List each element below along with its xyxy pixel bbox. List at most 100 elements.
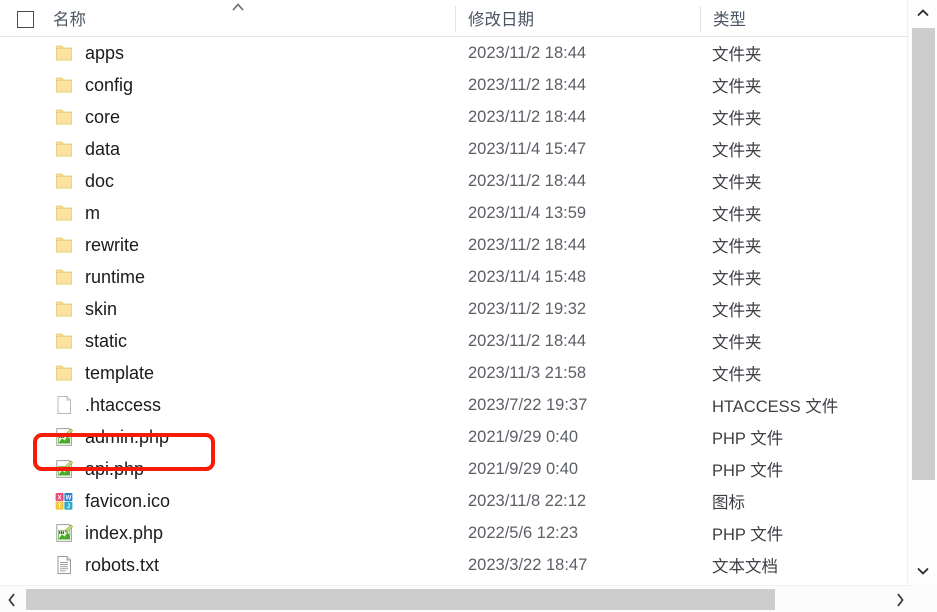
file-name-label: robots.txt [85,554,160,575]
column-header-name-label: 名称 [53,11,86,29]
cell-date-modified: 2021/9/29 0:40 [468,427,579,446]
cell-date-modified: 2023/7/22 19:37 [468,395,588,414]
table-row[interactable]: robots.txt 2023/3/22 18:47 文本文档 [0,549,907,581]
folder-icon [53,42,75,64]
cell-type: 文件夹 [712,174,762,192]
table-row[interactable]: X W T J favicon.ico 2023/11/8 22:12 图标 [0,485,907,517]
file-name-label: runtime [85,266,146,287]
column-header-date-modified-label: 修改日期 [468,11,534,29]
php-file-icon [53,522,75,544]
cell-name[interactable]: skin [53,293,117,325]
cell-name[interactable]: index.php [53,517,163,549]
cell-name[interactable]: core [53,101,120,133]
cell-date-modified: 2023/11/2 18:44 [468,331,587,350]
file-name-label: api.php [85,458,145,479]
table-row[interactable]: index.php 2022/5/6 12:23 PHP 文件 [0,517,907,549]
chevron-down-icon [916,566,930,576]
column-header-row: 名称 修改日期 类型 [0,0,907,37]
vertical-scrollbar[interactable] [907,0,937,586]
file-name-label: data [85,138,121,159]
cell-type: 文件夹 [712,78,762,96]
file-name-label: index.php [85,522,164,543]
table-row[interactable]: core 2023/11/2 18:44 文件夹 [0,101,907,133]
file-name-label: m [85,202,100,223]
file-name-label: skin [85,298,118,319]
cell-name[interactable]: config [53,69,133,101]
cell-type: 文件夹 [712,46,762,64]
table-row[interactable]: admin.php 2021/9/29 0:40 PHP 文件 [0,421,907,453]
svg-text:T: T [58,503,62,510]
file-name-label: apps [85,42,125,63]
table-row[interactable]: static 2023/11/2 18:44 文件夹 [0,325,907,357]
cell-date-modified: 2022/5/6 12:23 [468,523,579,542]
select-all-checkbox[interactable] [17,11,34,28]
folder-icon [53,170,75,192]
horizontal-scroll-thumb[interactable] [26,589,775,610]
folder-icon [53,330,75,352]
text-document-icon [53,554,75,576]
table-row[interactable]: skin 2023/11/2 19:32 文件夹 [0,293,907,325]
cell-name[interactable]: .htaccess [53,389,161,421]
file-name-label: .htaccess [85,394,162,415]
scroll-up-button[interactable] [908,2,937,24]
cell-name[interactable]: robots.txt [53,549,159,581]
file-name-label: static [85,330,128,351]
cell-date-modified: 2023/3/22 18:47 [468,555,588,574]
cell-date-modified: 2023/11/2 18:44 [468,171,587,190]
cell-date-modified: 2023/11/3 21:58 [468,363,587,382]
file-explorer-window: 名称 修改日期 类型 apps 2023/11/2 18:44 文件夹 config 2… [0,0,937,612]
cell-name[interactable]: rewrite [53,229,139,261]
cell-name[interactable]: admin.php [53,421,169,453]
table-row[interactable]: data 2023/11/4 15:47 文件夹 [0,133,907,165]
table-row[interactable]: template 2023/11/3 21:58 文件夹 [0,357,907,389]
cell-name[interactable]: runtime [53,261,145,293]
cell-name[interactable]: static [53,325,127,357]
cell-date-modified: 2023/11/2 18:44 [468,43,587,62]
cell-name[interactable]: doc [53,165,114,197]
folder-icon [53,138,75,160]
cell-date-modified: 2023/11/4 15:48 [468,267,587,286]
table-row[interactable]: apps 2023/11/2 18:44 文件夹 [0,37,907,69]
cell-name[interactable]: apps [53,37,124,69]
scroll-right-button[interactable] [888,586,912,612]
file-name-label: core [85,106,121,127]
cell-name[interactable]: m [53,197,100,229]
vertical-scroll-thumb[interactable] [912,28,935,480]
table-row[interactable]: api.php 2021/9/29 0:40 PHP 文件 [0,453,907,485]
table-row[interactable]: m 2023/11/4 13:59 文件夹 [0,197,907,229]
column-header-date-modified[interactable]: 修改日期 [455,0,699,36]
file-name-label: config [85,74,134,95]
cell-name[interactable]: api.php [53,453,144,485]
cell-type: 文件夹 [712,366,762,384]
table-row[interactable]: config 2023/11/2 18:44 文件夹 [0,69,907,101]
column-header-type[interactable]: 类型 [700,0,905,36]
table-row[interactable]: .htaccess 2023/7/22 19:37 HTACCESS 文件 [0,389,907,421]
table-row[interactable]: runtime 2023/11/4 15:48 文件夹 [0,261,907,293]
php-file-icon [53,458,75,480]
file-list: apps 2023/11/2 18:44 文件夹 config 2023/11/2 18… [0,37,907,585]
table-row[interactable]: rewrite 2023/11/2 18:44 文件夹 [0,229,907,261]
cell-type: 图标 [712,494,745,512]
horizontal-scrollbar[interactable] [0,585,937,612]
file-name-label: rewrite [85,234,140,255]
folder-icon [53,106,75,128]
cell-type: 文件夹 [712,110,762,128]
cell-date-modified: 2023/11/4 13:59 [468,203,587,222]
cell-name[interactable]: template [53,357,154,389]
scroll-left-button[interactable] [0,586,24,612]
svg-text:J: J [67,503,71,510]
folder-icon [53,202,75,224]
folder-icon [53,298,75,320]
file-name-label: favicon.ico [85,490,171,511]
table-row[interactable]: doc 2023/11/2 18:44 文件夹 [0,165,907,197]
folder-icon [53,234,75,256]
scrollbar-corner [912,585,937,612]
cell-name[interactable]: X W T J favicon.ico [53,485,170,517]
cell-date-modified: 2023/11/2 18:44 [468,107,587,126]
cell-date-modified: 2023/11/2 18:44 [468,235,587,254]
scroll-down-button[interactable] [908,560,937,582]
column-header-type-label: 类型 [713,11,746,29]
folder-icon [53,362,75,384]
cell-name[interactable]: data [53,133,120,165]
chevron-right-icon [895,592,905,608]
